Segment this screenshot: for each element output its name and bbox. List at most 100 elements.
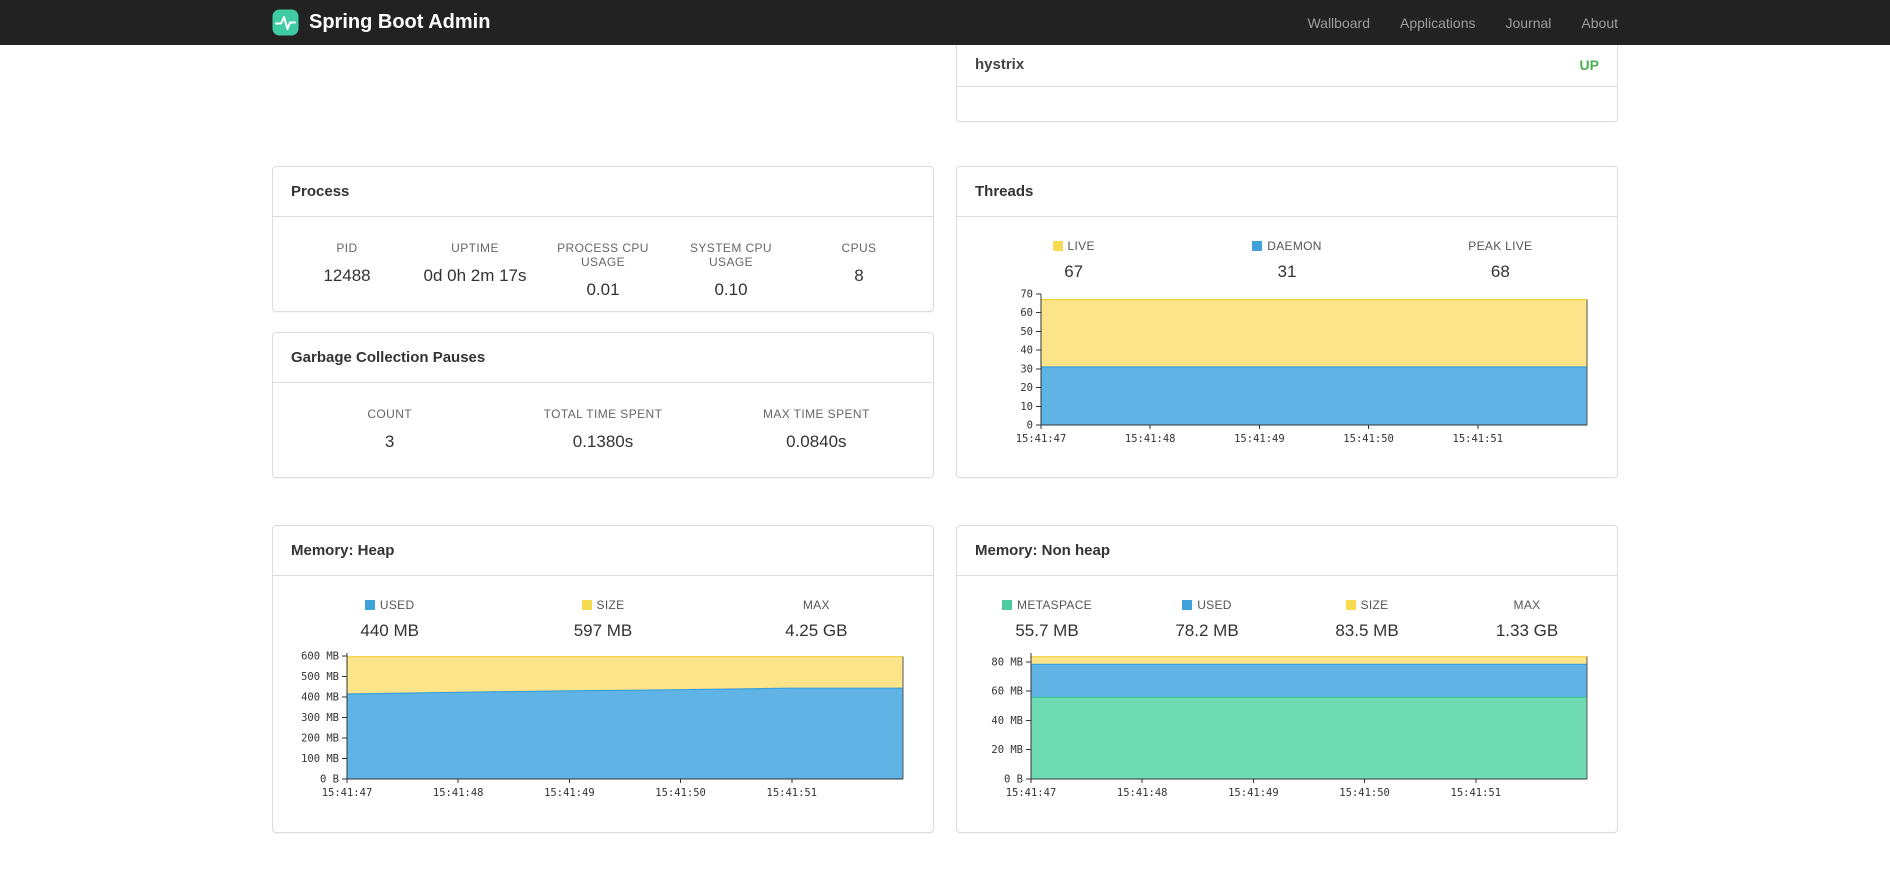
memory-nonheap-legend: METASPACE 55.7 MB USED 78.2 MB SIZE 83.5 MB MA… xyxy=(957,598,1617,641)
svg-text:15:41:50: 15:41:50 xyxy=(1343,433,1394,445)
nav-links: Wallboard Applications Journal About xyxy=(1307,15,1618,31)
legend-label: METASPACE xyxy=(967,598,1127,612)
legend-value: 31 xyxy=(1277,262,1297,281)
stat-label: UPTIME xyxy=(451,241,499,255)
threads-chart-wrap: 0 10 20 30 40 50 60 70 15:41:47 15:41:48 15:41:49 1… xyxy=(957,286,1617,451)
panel-bottom-spacer xyxy=(957,87,1617,121)
legend-label: MAX xyxy=(802,598,830,612)
svg-text:60: 60 xyxy=(1020,307,1033,319)
legend-item: USED 440 MB xyxy=(283,598,496,641)
memory-heap-chart-wrap: 0 B 100 MB 200 MB 300 MB 400 MB 500 MB 600 MB 1… xyxy=(273,645,933,805)
row-1: Process PID 12488 UPTIME 0d 0h 2m 17s PROCES… xyxy=(272,166,1618,478)
svg-text:60 MB: 60 MB xyxy=(991,686,1023,698)
svg-text:15:41:47: 15:41:47 xyxy=(322,787,373,799)
stat-label: MAX TIME SPENT xyxy=(762,407,870,421)
legend-value: 597 MB xyxy=(573,621,633,640)
legend-value: 83.5 MB xyxy=(1335,621,1399,640)
nav-item-about[interactable]: About xyxy=(1581,15,1618,31)
legend-item: DAEMON 31 xyxy=(1180,239,1393,282)
svg-text:15:41:48: 15:41:48 xyxy=(433,787,484,799)
gc-panel: Garbage Collection Pauses COUNT 3 TOTAL TI… xyxy=(272,332,934,478)
stat-item: MAX TIME SPENT 0.0840s xyxy=(710,407,923,452)
memory-nonheap-panel-title: Memory: Non heap xyxy=(957,526,1617,576)
stat-value: 12488 xyxy=(323,266,371,285)
svg-text:15:41:47: 15:41:47 xyxy=(1006,787,1057,799)
memory-nonheap-chart-wrap: 0 B 20 MB 40 MB 60 MB 80 MB 15:41:47 15:41:48 1… xyxy=(957,645,1617,805)
svg-text:15:41:49: 15:41:49 xyxy=(1228,787,1279,799)
stat-item: COUNT 3 xyxy=(283,407,496,452)
app-logo-icon xyxy=(272,9,299,36)
nav-item-journal[interactable]: Journal xyxy=(1505,15,1551,31)
legend-label: SIZE xyxy=(1287,598,1447,612)
stat-item: PROCESS CPU USAGE 0.01 xyxy=(539,241,667,300)
legend-item: MAX 4.25 GB xyxy=(710,598,923,641)
legend-color-swatch-icon xyxy=(1002,600,1013,610)
legend-value: 55.7 MB xyxy=(1015,621,1079,640)
stat-value: 0.01 xyxy=(586,280,620,299)
legend-label: MAX xyxy=(1513,598,1541,612)
legend-value: 440 MB xyxy=(360,621,419,640)
row-top: hystrix UP xyxy=(272,45,1618,122)
legend-item: MAX 1.33 GB xyxy=(1447,598,1607,641)
stat-label: PID xyxy=(336,241,358,255)
health-panel: hystrix UP xyxy=(956,45,1618,122)
brand-link[interactable]: Spring Boot Admin xyxy=(272,9,490,36)
svg-text:15:41:50: 15:41:50 xyxy=(655,787,706,799)
legend-color-swatch-icon xyxy=(1052,241,1063,251)
stat-value: 0.0840s xyxy=(786,432,847,451)
legend-color-swatch-icon xyxy=(1345,600,1356,610)
legend-color-swatch-icon xyxy=(581,600,592,610)
svg-text:70: 70 xyxy=(1020,289,1033,301)
legend-label: USED xyxy=(1127,598,1287,612)
svg-text:40: 40 xyxy=(1020,345,1033,357)
stat-value: 8 xyxy=(854,266,864,285)
legend-value: 68 xyxy=(1490,262,1510,281)
svg-text:300 MB: 300 MB xyxy=(301,712,339,724)
stat-label: PROCESS CPU USAGE xyxy=(557,241,649,269)
svg-text:15:41:47: 15:41:47 xyxy=(1016,433,1067,445)
navbar: Spring Boot Admin Wallboard Applications… xyxy=(0,0,1890,45)
stat-value: 0.1380s xyxy=(572,432,634,451)
stat-label: TOTAL TIME SPENT xyxy=(543,407,663,421)
legend-value: 1.33 GB xyxy=(1495,621,1559,640)
threads-panel: Threads LIVE 67 DAEMON 31 PEAK LIVE 68 0 10 20 3… xyxy=(956,166,1618,478)
svg-text:100 MB: 100 MB xyxy=(301,753,339,765)
svg-text:30: 30 xyxy=(1020,363,1033,375)
legend-color-swatch-icon xyxy=(1182,600,1193,610)
svg-text:200 MB: 200 MB xyxy=(301,733,339,745)
memory-heap-panel: Memory: Heap USED 440 MB SIZE 597 MB MAX 4.25… xyxy=(272,525,934,833)
svg-text:15:41:51: 15:41:51 xyxy=(767,787,818,799)
svg-text:15:41:50: 15:41:50 xyxy=(1339,787,1390,799)
row-2: Memory: Heap USED 440 MB SIZE 597 MB MAX 4.25… xyxy=(272,525,1618,833)
svg-text:15:41:49: 15:41:49 xyxy=(544,787,595,799)
memory-nonheap-chart: 0 B 20 MB 40 MB 60 MB 80 MB 15:41:47 15:41:48 1… xyxy=(991,653,1588,799)
stat-item: UPTIME 0d 0h 2m 17s xyxy=(411,241,539,300)
brand-title: Spring Boot Admin xyxy=(309,11,491,33)
stat-value: 3 xyxy=(384,432,395,451)
legend-label: PEAK LIVE xyxy=(1468,239,1533,253)
svg-text:80 MB: 80 MB xyxy=(991,656,1023,668)
legend-color-swatch-icon xyxy=(364,600,375,610)
nav-item-applications[interactable]: Applications xyxy=(1400,15,1476,31)
status-badge: UP xyxy=(1579,56,1599,73)
memory-heap-chart: 0 B 100 MB 200 MB 300 MB 400 MB 500 MB 600 MB 1… xyxy=(301,651,904,799)
legend-item: LIVE 67 xyxy=(967,239,1180,282)
svg-text:15:41:51: 15:41:51 xyxy=(1453,433,1504,445)
nav-item-wallboard[interactable]: Wallboard xyxy=(1307,15,1370,31)
legend-item: PEAK LIVE 68 xyxy=(1394,239,1607,282)
health-indicator-name: hystrix xyxy=(975,56,1025,73)
svg-text:50: 50 xyxy=(1020,326,1033,338)
legend-label: DAEMON xyxy=(1180,239,1393,253)
legend-item: SIZE 597 MB xyxy=(496,598,709,641)
gc-panel-title: Garbage Collection Pauses xyxy=(273,333,933,383)
svg-text:10: 10 xyxy=(1020,401,1033,413)
stat-item: CPUS 8 xyxy=(795,241,923,300)
svg-text:15:41:48: 15:41:48 xyxy=(1117,787,1168,799)
stat-label: COUNT xyxy=(367,407,412,421)
legend-color-swatch-icon xyxy=(1252,241,1263,251)
legend-label: USED xyxy=(283,598,496,612)
health-row-hystrix: hystrix UP xyxy=(957,45,1617,87)
gc-stats: COUNT 3 TOTAL TIME SPENT 0.1380s MAX TIME SP… xyxy=(273,383,933,452)
stat-item: SYSTEM CPU USAGE 0.10 xyxy=(667,241,795,300)
svg-text:20: 20 xyxy=(1020,382,1033,394)
